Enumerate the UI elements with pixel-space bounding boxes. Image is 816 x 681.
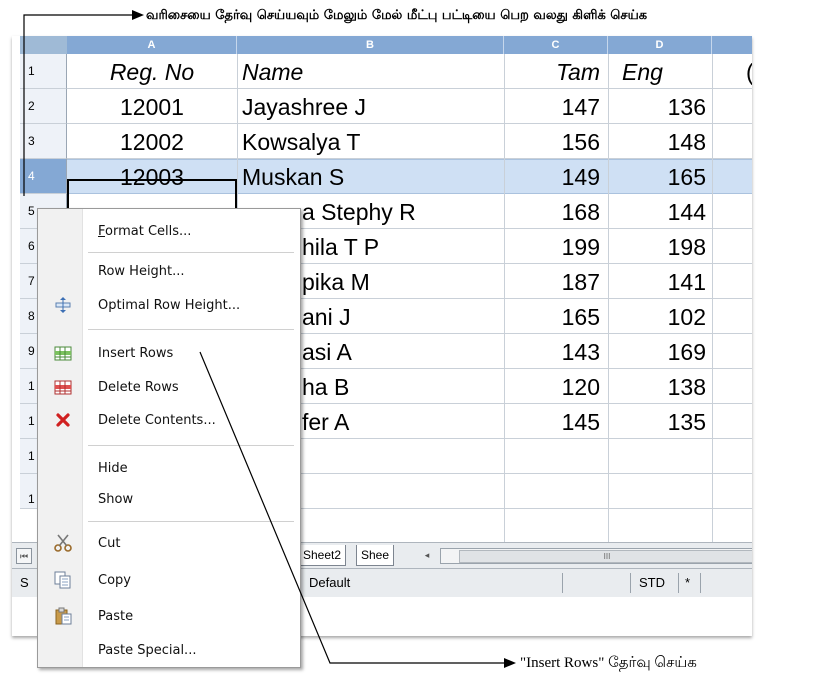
- bottom-arrowhead-icon: [504, 658, 516, 668]
- top-callout-line: [23, 14, 134, 196]
- top-arrowhead-icon: [132, 10, 144, 20]
- bottom-callout-line: [199, 351, 505, 664]
- callout-arrows: [23, 10, 516, 668]
